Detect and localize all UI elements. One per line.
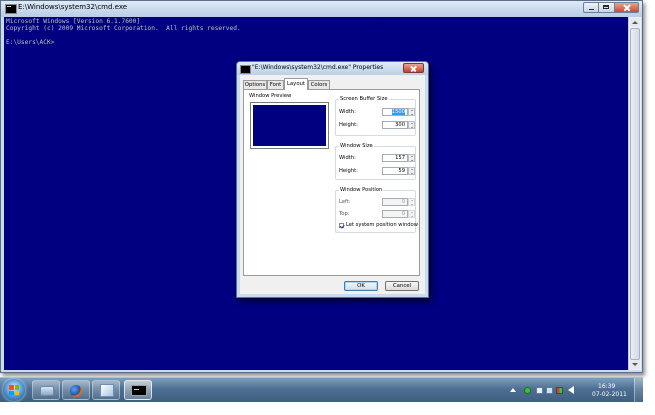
dialog-body: Options Font Layout Colors Window Previe… [240,75,425,294]
close-button[interactable] [615,2,639,13]
cmd-app-icon [240,65,251,74]
screen-buffer-size-group: Screen Buffer Size Width: 1500 Height: 3… [335,96,416,136]
let-system-position-label[interactable]: Let system position window [346,222,418,228]
window-controls [583,2,639,13]
minimize-button[interactable] [583,2,599,13]
buffer-height-spinner[interactable] [408,121,415,129]
scrollbar-thumb[interactable] [630,28,640,360]
window-height-spinner[interactable] [408,167,415,175]
position-top-label: Top: [339,211,350,217]
tab-colors[interactable]: Colors [308,80,330,89]
windows-logo-icon [9,385,19,395]
buffer-width-input[interactable]: 1500 [382,108,408,116]
scroll-down-icon[interactable] [630,360,640,369]
firefox-icon [70,385,82,397]
position-left-input[interactable]: 0 [382,198,408,206]
taskbar-cmd-button[interactable] [124,380,152,400]
buffer-height-label: Height: [339,122,358,128]
tab-options[interactable]: Options [243,80,267,89]
vertical-scrollbar[interactable] [628,17,641,370]
window-preview [250,102,329,149]
cmd-app-icon[interactable] [5,4,17,14]
status-green-icon[interactable] [524,387,531,394]
show-desktop-button[interactable] [634,378,643,402]
screen-buffer-size-title: Screen Buffer Size [339,96,389,102]
taskbar-explorer-button[interactable] [92,380,120,400]
display-icon[interactable] [546,387,553,394]
let-system-position-checkbox[interactable] [339,223,344,228]
position-left-spinner[interactable] [408,198,415,206]
position-top-spinner[interactable] [408,210,415,218]
window-height-input[interactable]: 59 [382,167,408,175]
cmd-icon [131,385,147,396]
action-center-flag-icon[interactable] [556,387,563,394]
volume-icon[interactable] [568,386,574,394]
buffer-width-spinner[interactable] [408,108,415,116]
folder-icon [40,386,54,396]
scroll-up-icon[interactable] [630,18,640,27]
cmd-titlebar[interactable]: E:\Windows\system32\cmd.exe [1,1,642,17]
console-line: Copyright (c) 2009 Microsoft Corporation… [6,25,241,32]
taskbar-firefox-button[interactable] [62,380,90,400]
maximize-button[interactable] [599,2,615,13]
console-prompt: E:\Users\ACK> [6,39,55,46]
explorer-icon [100,384,114,397]
buffer-width-value: 1500 [391,109,405,115]
layout-tab-panel: Window Preview Screen Buffer Size Width:… [243,89,420,276]
window-preview-console [253,105,326,146]
network-icon[interactable] [536,387,543,394]
window-preview-label: Window Preview [249,93,292,99]
window-position-title: Window Position [339,187,384,193]
window-width-label: Width: [339,155,356,161]
ok-button[interactable]: OK [344,281,378,291]
position-left-label: Left: [339,199,351,205]
buffer-height-input[interactable]: 300 [382,121,408,129]
console-line: Microsoft Windows [Version 6.1.7600] [6,18,141,25]
dialog-close-button[interactable] [403,63,424,73]
buffer-width-label: Width: [339,109,356,115]
tab-font[interactable]: Font [267,80,284,89]
dialog-titlebar[interactable]: "E:\Windows\system32\cmd.exe" Properties [237,62,428,75]
window-title: E:\Windows\system32\cmd.exe [18,3,128,11]
clock-date[interactable]: 07-02-2011 [592,391,627,398]
tab-layout[interactable]: Layout [284,78,308,90]
properties-dialog: "E:\Windows\system32\cmd.exe" Properties… [236,61,429,298]
system-tray [510,380,594,400]
window-size-title: Window Size [339,143,374,149]
window-width-input[interactable]: 157 [382,154,408,162]
dialog-title: "E:\Windows\system32\cmd.exe" Properties [252,64,384,71]
window-position-group: Window Position Left: 0 Top: 0 Let syste… [335,187,418,233]
show-hidden-icons-icon[interactable] [510,388,516,392]
clock-time[interactable]: 16:39 [598,383,615,390]
window-size-group: Window Size Width: 157 Height: 59 [335,143,416,180]
taskbar-explorer-folder-button[interactable] [32,380,60,400]
position-top-input[interactable]: 0 [382,210,408,218]
window-height-label: Height: [339,168,358,174]
start-button[interactable] [3,379,25,401]
window-width-spinner[interactable] [408,154,415,162]
taskbar: 16:39 07-02-2011 [0,377,643,402]
cancel-button[interactable]: Cancel [385,281,419,291]
